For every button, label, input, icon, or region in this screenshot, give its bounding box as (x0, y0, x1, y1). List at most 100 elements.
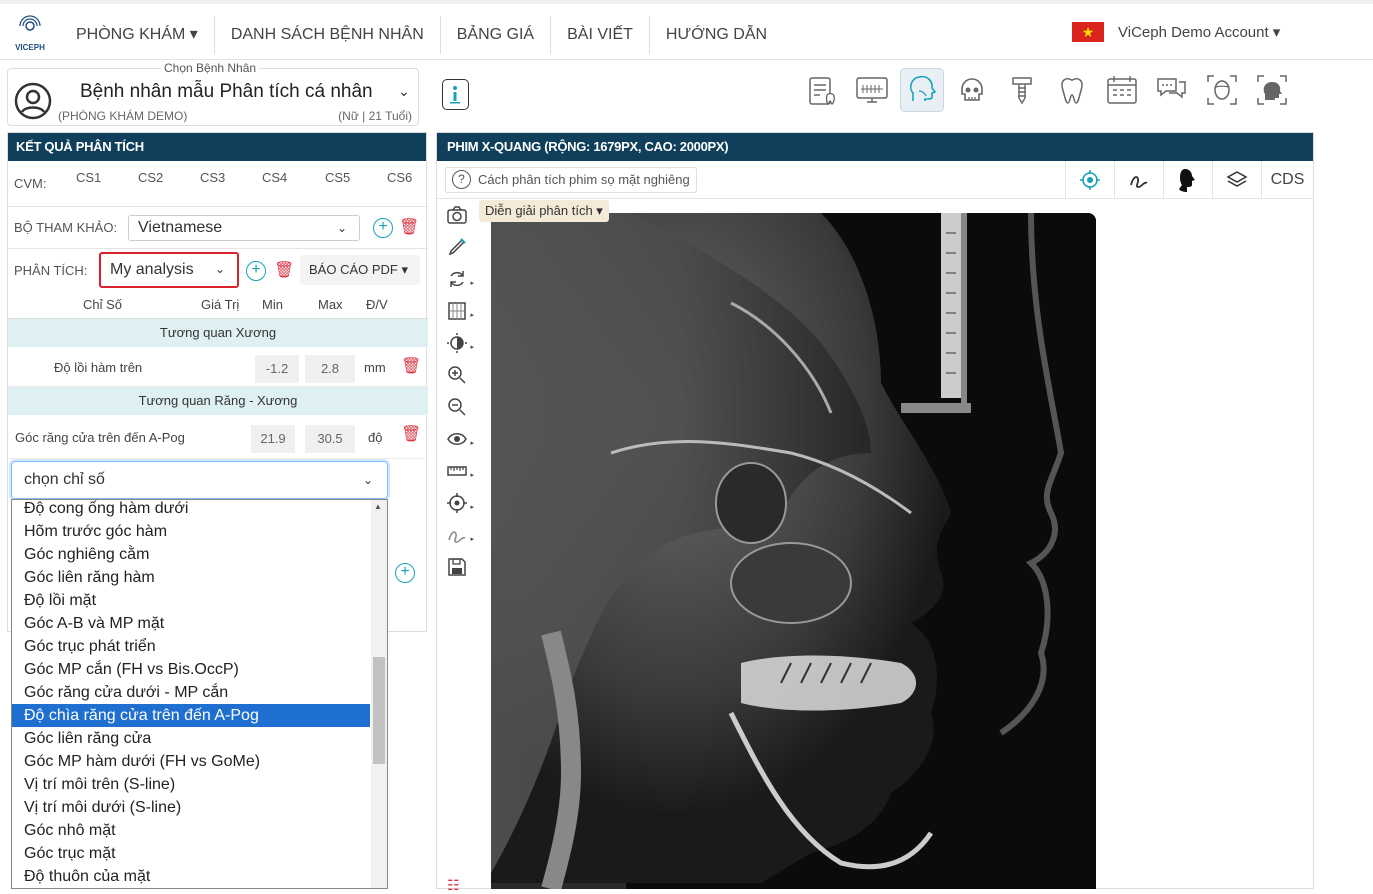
table-row[interactable]: Độ lồi hàm trên -1.2 2.8 mm 🗑 (8, 347, 428, 387)
dropdown-option[interactable]: Vị trí môi trên (S-line) (12, 773, 370, 796)
dropdown-option[interactable]: Hõm trước góc hàm (12, 520, 370, 543)
target-button[interactable] (1065, 161, 1114, 199)
dropdown-option[interactable]: Góc MP cắn (FH vs Bis.OccP) (12, 658, 370, 681)
patient-selector[interactable]: Chọn Bệnh Nhân Bệnh nhân mẫu Phân tích c… (7, 61, 419, 126)
crosshair-icon (447, 493, 467, 513)
dropdown-option[interactable]: Góc trục mặt (12, 842, 370, 865)
delete-row-icon[interactable]: 🗑 (401, 424, 421, 444)
chat-bubbles-icon (1157, 78, 1186, 99)
dropdown-option[interactable]: Góc nhô mặt (12, 819, 370, 842)
scroll-up-icon[interactable]: ▲ (374, 502, 382, 511)
dropdown-option[interactable]: Góc răng cửa dưới - MP cắn (12, 681, 370, 704)
dropdown-option[interactable]: Góc liên răng hàm (12, 566, 370, 589)
ruler-tool[interactable]: ▸ (437, 455, 477, 487)
filter-tool[interactable]: ▸ (437, 295, 477, 327)
delete-reference-icon[interactable]: 🗑 (399, 217, 419, 237)
reference-select[interactable]: Vietnamese ⌄ (128, 215, 360, 241)
delete-list-icon[interactable]: ☷ (447, 877, 460, 894)
row-name: Độ lồi hàm trên (54, 360, 143, 375)
layers-button[interactable] (1212, 161, 1261, 199)
scrollbar-thumb[interactable] (373, 657, 385, 764)
cvm-cs2[interactable]: CS2 (138, 170, 163, 185)
zoom-in-tool[interactable] (437, 359, 477, 391)
add-analysis-icon[interactable]: + (246, 261, 266, 281)
tool-skull[interactable] (950, 68, 994, 112)
dropdown-scrollbar[interactable]: ▲ (371, 500, 387, 888)
col-header-unit: Đ/V (366, 297, 388, 312)
tracing-button[interactable] (1114, 161, 1163, 199)
tool-implant[interactable] (1000, 68, 1044, 112)
nav-price-list[interactable]: BẢNG GIÁ (439, 16, 550, 54)
dropdown-option[interactable]: Độ lồi mặt (12, 589, 370, 612)
dropdown-option[interactable]: Góc MP hàm dưới (FH vs GoMe) (12, 750, 370, 773)
patient-info-button[interactable] (442, 79, 469, 110)
add-reference-icon[interactable]: + (373, 218, 393, 238)
xray-title: PHIM X-QUANG (RỘNG: 1679PX, CAO: 2000PX) (437, 133, 1313, 161)
analysis-interpretation-button[interactable]: Diễn giải phân tích ▾ (479, 200, 609, 222)
chevron-down-icon: ⌄ (362, 473, 373, 487)
logo-text: VICEPH (15, 43, 45, 52)
landmark-tool[interactable]: ▸ (437, 487, 477, 519)
tool-profile-scan[interactable] (1250, 68, 1294, 112)
nav-articles[interactable]: BÀI VIẾT (550, 16, 649, 54)
tool-monitor[interactable] (850, 68, 894, 112)
add-index-icon[interactable]: + (395, 563, 415, 583)
dropdown-option[interactable]: Độ cong ống hàm dưới (12, 500, 370, 520)
pdf-report-button[interactable]: BÁO CÁO PDF ▾ (300, 255, 420, 285)
nav-clinic[interactable]: PHÒNG KHÁM ▾ (60, 16, 214, 54)
dropdown-option[interactable]: Góc A-B và MP mặt (12, 612, 370, 635)
zoom-out-tool[interactable] (437, 391, 477, 423)
nav-guide[interactable]: HƯỚNG DẪN (648, 16, 783, 54)
camera-tool[interactable] (437, 199, 477, 231)
cvm-cs4[interactable]: CS4 (262, 170, 287, 185)
silhouette-button[interactable] (1163, 161, 1212, 199)
cvm-cs3[interactable]: CS3 (200, 170, 225, 185)
analysis-guide-label: Cách phân tích phim sọ mặt nghiêng (478, 172, 690, 187)
cvm-cs5[interactable]: CS5 (325, 170, 350, 185)
face-scan-icon (1207, 75, 1237, 105)
xray-image[interactable] (491, 213, 1096, 889)
tool-report[interactable] (800, 68, 844, 112)
tool-chat[interactable] (1150, 68, 1194, 112)
nav-patient-list[interactable]: DANH SÁCH BỆNH NHÂN (213, 16, 440, 54)
clipboard-tooth-icon (809, 77, 835, 105)
analysis-guide-button[interactable]: ? Cách phân tích phim sọ mặt nghiêng (445, 167, 697, 193)
dropdown-option[interactable]: Góc nghiêng cằm (12, 543, 370, 566)
tracing-tool[interactable]: ▸ (437, 519, 477, 551)
pen-tool[interactable] (437, 231, 477, 263)
cds-button[interactable]: CDS (1261, 161, 1313, 199)
cvm-cs6[interactable]: CS6 (387, 170, 412, 185)
delete-analysis-icon[interactable]: 🗑 (274, 260, 294, 280)
dropdown-option[interactable]: Độ chìa răng cửa trên đến A-Pog (12, 704, 370, 727)
tool-cephalometric[interactable] (900, 68, 944, 112)
analysis-select[interactable]: My analysis ⌄ (99, 252, 239, 288)
cvm-label: CVM: (14, 176, 47, 191)
squiggle-icon (1130, 176, 1148, 188)
dropdown-option[interactable]: Góc trục phát triển (12, 635, 370, 658)
visibility-tool[interactable]: ▸ (437, 423, 477, 455)
row-max: 30.5 (305, 425, 355, 453)
chevron-down-icon[interactable]: ⌄ (398, 83, 410, 100)
save-tool[interactable] (437, 551, 477, 583)
table-row[interactable]: Góc răng cửa trên đến A-Pog 21.9 30.5 độ… (8, 415, 428, 459)
dropdown-option[interactable]: Vị trí môi dưới (S-line) (12, 796, 370, 819)
analysis-value: My analysis (110, 261, 194, 278)
table-group-bone: Tương quan Xương (8, 319, 428, 347)
dropdown-option[interactable]: Góc liên răng cửa (12, 727, 370, 750)
delete-row-icon[interactable]: 🗑 (401, 356, 421, 376)
logo-icon (19, 15, 41, 31)
index-select[interactable]: chọn chỉ số ⌄ (11, 461, 388, 499)
tool-calendar[interactable] (1100, 68, 1144, 112)
pattern-icon (448, 302, 466, 320)
dropdown-option[interactable]: Độ thuôn của mặt (12, 865, 370, 888)
viceph-logo[interactable]: VICEPH (12, 14, 48, 54)
main-nav: PHÒNG KHÁM ▾ DANH SÁCH BỆNH NHÂN BẢNG GI… (60, 16, 783, 54)
tool-tooth[interactable] (1050, 68, 1094, 112)
account-menu[interactable]: ★ ViCeph Demo Account ▾ (1072, 22, 1280, 42)
cvm-cs1[interactable]: CS1 (76, 170, 101, 185)
contrast-tool[interactable]: ▸ (437, 327, 477, 359)
tool-face-scan[interactable] (1200, 68, 1244, 112)
vietnam-flag-icon[interactable]: ★ (1072, 22, 1104, 42)
rotate-tool[interactable]: ▸ (437, 263, 477, 295)
row-unit: mm (364, 360, 386, 375)
